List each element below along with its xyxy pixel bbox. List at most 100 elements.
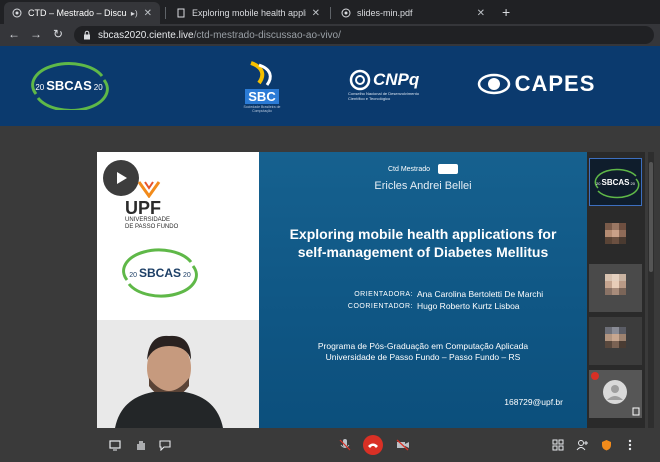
panel-sbcas-right-number: 20 (183, 272, 191, 279)
participant-thumb[interactable] (589, 370, 642, 418)
camera-off-icon (396, 439, 409, 451)
participant-thumb[interactable] (589, 264, 642, 312)
sbc-caption: Sociedade Brasileira de Computação (243, 105, 281, 113)
end-call-button[interactable] (363, 435, 383, 455)
program-line1: Programa de Pós-Graduação em Computação … (317, 341, 529, 351)
sbc-wordmark: SBC (245, 89, 279, 104)
cnpq-logo: CNPq Conselho Nacional de Desenvolviment… (348, 64, 438, 106)
invite-people-button[interactable] (572, 435, 592, 455)
upf-emblem-icon (137, 181, 161, 198)
cnpq-caption: Conselho Nacional de Desenvolvimento Cie… (348, 91, 419, 101)
avatar-placeholder-icon (589, 370, 642, 418)
participant-strip: 20 SBCAS 20 (587, 152, 645, 428)
grid-icon (552, 439, 564, 451)
cnpq-emblem-icon (349, 69, 371, 91)
mute-microphone-button[interactable] (335, 435, 355, 455)
vertical-dots-icon (628, 439, 632, 451)
participant-thumb[interactable] (589, 317, 642, 365)
presentation-slide: Ctd Mestrado Ericles Andrei Bellei Explo… (259, 152, 587, 428)
tab-title: CTD – Mestrado – Discussão (28, 8, 127, 18)
conference-favicon-icon (12, 8, 22, 18)
address-bar[interactable]: sbcas2020.ciente.live/ctd-mestrado-discu… (74, 26, 654, 44)
new-tab-icon[interactable]: + (502, 4, 510, 20)
tab-title: slides-min.pdf (357, 8, 413, 18)
sbc-logo: SBC Sociedade Brasileira de Computação (240, 56, 284, 118)
close-tab-icon[interactable]: ✕ (477, 8, 485, 19)
advisor-label: ORIENTADORA: (354, 291, 413, 298)
participant-thumb-sbcas[interactable]: 20 SBCAS 20 (589, 158, 642, 206)
url-host: sbcas2020.ciente.live (98, 29, 194, 41)
add-person-icon (576, 440, 588, 451)
play-icon (117, 172, 127, 184)
presenter-webcam (97, 320, 259, 428)
hang-up-icon (368, 443, 378, 448)
tab-strip: CTD – Mestrado – Discussão ▸) ✕ Explorin… (0, 0, 660, 24)
sbcas-right-number: 20 (93, 82, 103, 92)
thesis-title-line2: self-management of Diabetes Mellitus (297, 244, 549, 260)
url-path: /ctd-mestrado-discussao-ao-vivo/ (193, 29, 341, 41)
thumb-sbcas-wordmark: SBCAS (601, 177, 630, 187)
raise-hand-button[interactable] (131, 435, 151, 455)
chat-bubble-button[interactable] (105, 435, 125, 455)
cnpq-wordmark: CNPq (373, 70, 420, 89)
microphone-off-icon (339, 439, 351, 451)
more-options-button[interactable] (620, 435, 640, 455)
coadvisor-label: COORIENTADOR: (347, 303, 413, 310)
panel-sbcas-logo: 20 SBCAS 20 (117, 248, 203, 298)
document-favicon-icon (177, 8, 185, 18)
sbcas-wordmark: SBCAS (46, 77, 92, 93)
student-name: Ericles Andrei Bellei (374, 180, 472, 192)
security-button[interactable] (596, 435, 616, 455)
presenter-figure-icon (97, 320, 259, 428)
coadvisor-name: Hugo Roberto Kurtz Lisboa (417, 301, 520, 311)
upf-wordmark: UPF (125, 198, 161, 218)
tab-slides-pdf[interactable]: slides-min.pdf ✕ (333, 2, 493, 24)
blurred-participant-icon (589, 317, 642, 365)
hand-icon (137, 441, 145, 450)
blurred-participant-icon (589, 211, 642, 259)
play-button[interactable] (103, 160, 139, 196)
close-tab-icon[interactable]: ✕ (312, 8, 320, 19)
audio-playing-icon[interactable]: ▸) (131, 9, 138, 18)
forward-arrow-icon[interactable]: → (28, 27, 44, 41)
reload-icon[interactable]: ↻ (50, 27, 66, 41)
tab-divider (330, 7, 331, 19)
tab-ctd-mestrado[interactable]: CTD – Mestrado – Discussão ▸) ✕ (4, 2, 160, 24)
sbcas-left-number: 20 (35, 82, 45, 92)
tab-title: Exploring mobile health applicatio (192, 8, 306, 18)
event-banner: 20 SBCAS 20 SBC Sociedade Brasileira de … (0, 46, 660, 126)
participant-thumb[interactable] (589, 211, 642, 259)
conference-favicon-icon (341, 8, 351, 18)
tile-layout-button[interactable] (548, 435, 568, 455)
reactions-button[interactable] (155, 435, 175, 455)
camera-off-button[interactable] (393, 435, 413, 455)
thesis-title-line1: Exploring mobile health applications for (289, 226, 557, 242)
tab-divider (165, 7, 166, 19)
scrollbar-thumb[interactable] (649, 162, 653, 272)
back-arrow-icon[interactable]: ← (6, 27, 22, 41)
blurred-participant-icon (589, 264, 642, 312)
speech-bubble-icon (159, 440, 171, 451)
call-controls (97, 430, 647, 462)
capes-wordmark: CAPES (514, 71, 596, 96)
timer-icon (438, 164, 459, 174)
upf-caption-line1: UNIVERSIDADE (125, 217, 171, 223)
shield-icon (601, 440, 611, 451)
presentation-video[interactable]: UPF UNIVERSIDADE DE PASSO FUNDO 20 SBCAS… (97, 152, 587, 428)
upf-caption: UNIVERSIDADE DE PASSO FUNDO (125, 217, 178, 231)
room-label: Ctd Mestrado (387, 165, 431, 173)
slide-left-panel: UPF UNIVERSIDADE DE PASSO FUNDO 20 SBCAS… (97, 152, 259, 428)
lock-icon (84, 30, 90, 40)
upf-caption-line2: DE PASSO FUNDO (125, 224, 179, 230)
thumb-sbcas-right-number: 20 (630, 180, 635, 186)
panel-sbcas-wordmark: SBCAS (138, 266, 181, 280)
panel-sbcas-left-number: 20 (129, 272, 137, 279)
thumb-sbcas-left-number: 20 (596, 180, 601, 186)
sbc-emblem-icon (250, 61, 272, 86)
advisor-name: Ana Carolina Bertoletti De Marchi (417, 289, 544, 299)
contact-email: 168729@upf.br (504, 397, 563, 407)
participant-scrollbar[interactable] (648, 152, 654, 428)
screen-icon (109, 440, 121, 451)
close-tab-icon[interactable]: ✕ (144, 8, 152, 19)
tab-exploring-mobile-health[interactable]: Exploring mobile health applicatio ✕ (168, 2, 328, 24)
